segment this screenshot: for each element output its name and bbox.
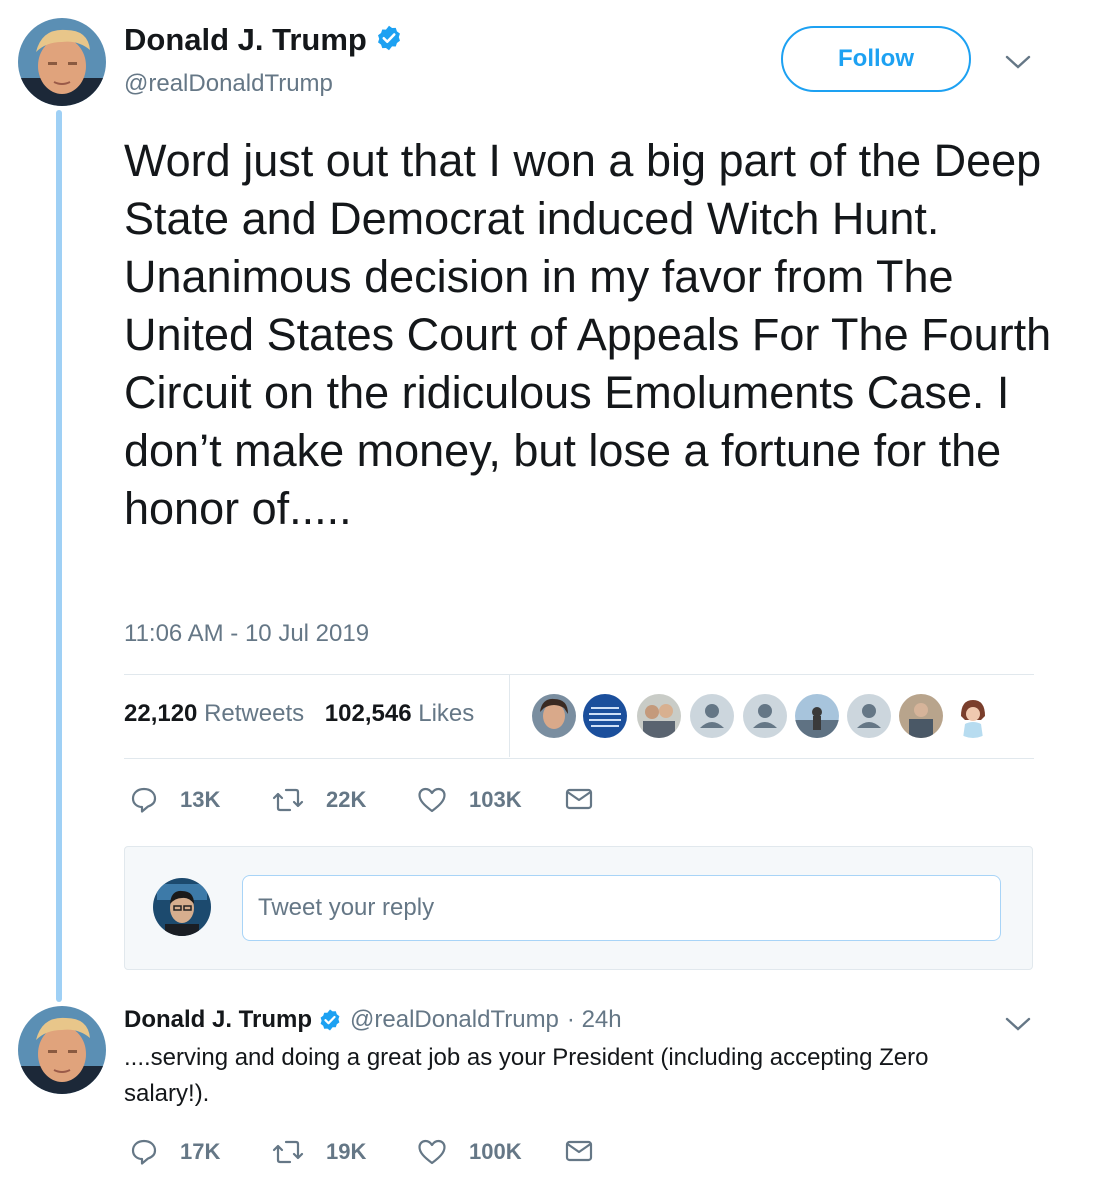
liker-avatar[interactable] bbox=[637, 694, 681, 738]
divider bbox=[124, 674, 1034, 675]
retweets-stat[interactable]: 22,120 Retweets bbox=[124, 700, 304, 727]
divider bbox=[509, 675, 510, 757]
retweet-count: 22K bbox=[326, 787, 367, 812]
divider bbox=[124, 758, 1034, 759]
verified-badge-icon bbox=[375, 24, 403, 60]
like-count: 100K bbox=[469, 1139, 522, 1164]
thread-author-name[interactable]: Donald J. Trump bbox=[124, 1006, 312, 1034]
liker-avatar[interactable] bbox=[795, 694, 839, 738]
like-action-button[interactable]: 100K bbox=[417, 1138, 522, 1166]
engagement-stats: 22,120 Retweets 102,546 Likes bbox=[124, 700, 474, 728]
author-avatar[interactable] bbox=[18, 18, 106, 106]
like-action-button[interactable]: 103K bbox=[417, 786, 522, 814]
reply-action-button[interactable]: 17K bbox=[130, 1138, 220, 1166]
heart-icon bbox=[418, 1139, 446, 1165]
thread-tweet-header: Donald J. Trump @realDonaldTrump · 24h bbox=[124, 1006, 622, 1034]
tweet-text: Word just out that I won a big part of t… bbox=[124, 135, 1052, 534]
thread-tweet-time[interactable]: · 24h bbox=[567, 1006, 622, 1034]
direct-message-button[interactable] bbox=[565, 786, 593, 812]
like-count: 103K bbox=[469, 787, 522, 812]
envelope-icon bbox=[565, 788, 593, 810]
retweet-action-button[interactable]: 22K bbox=[272, 786, 366, 814]
likes-stat[interactable]: 102,546 Likes bbox=[325, 700, 474, 727]
reply-input[interactable] bbox=[242, 875, 1001, 941]
thread-author-handle[interactable]: @realDonaldTrump bbox=[350, 1006, 559, 1034]
likes-label: Likes bbox=[418, 700, 475, 727]
retweet-count: 19K bbox=[326, 1139, 367, 1164]
chevron-down-icon[interactable] bbox=[1004, 1010, 1032, 1038]
liker-avatar[interactable] bbox=[690, 694, 734, 738]
reply-action-button[interactable]: 13K bbox=[130, 786, 220, 814]
reply-count: 17K bbox=[180, 1139, 221, 1164]
liker-avatar[interactable] bbox=[583, 694, 627, 738]
retweet-icon bbox=[272, 1140, 304, 1164]
author-name[interactable]: Donald J. Trump bbox=[124, 22, 367, 57]
author-handle[interactable]: @realDonaldTrump bbox=[124, 70, 333, 98]
retweets-count: 22,120 bbox=[124, 700, 198, 727]
chevron-down-icon[interactable] bbox=[1004, 48, 1032, 76]
liker-avatar[interactable] bbox=[951, 694, 995, 738]
liker-avatar[interactable] bbox=[532, 694, 576, 738]
retweet-action-button[interactable]: 19K bbox=[272, 1138, 366, 1166]
thread-tweet-text: ....serving and doing a great job as you… bbox=[124, 1044, 929, 1107]
thread-author-avatar[interactable] bbox=[18, 1006, 106, 1094]
direct-message-button[interactable] bbox=[565, 1138, 593, 1164]
likes-count: 102,546 bbox=[324, 700, 412, 727]
tweet-timestamp[interactable]: 11:06 AM - 10 Jul 2019 bbox=[124, 620, 369, 648]
retweet-icon bbox=[272, 788, 304, 812]
liker-avatar[interactable] bbox=[743, 694, 787, 738]
follow-button[interactable]: Follow bbox=[781, 26, 971, 92]
user-avatar[interactable] bbox=[153, 878, 211, 936]
envelope-icon bbox=[565, 1140, 593, 1162]
reply-icon bbox=[131, 787, 157, 813]
liker-avatar[interactable] bbox=[847, 694, 891, 738]
heart-icon bbox=[418, 787, 446, 813]
liker-avatar[interactable] bbox=[899, 694, 943, 738]
reply-count: 13K bbox=[180, 787, 221, 812]
verified-badge-icon bbox=[318, 1008, 342, 1032]
author-name-row[interactable]: Donald J. Trump bbox=[124, 22, 403, 60]
thread-connector-line bbox=[56, 110, 62, 1002]
reply-icon bbox=[131, 1139, 157, 1165]
retweets-label: Retweets bbox=[204, 700, 305, 727]
